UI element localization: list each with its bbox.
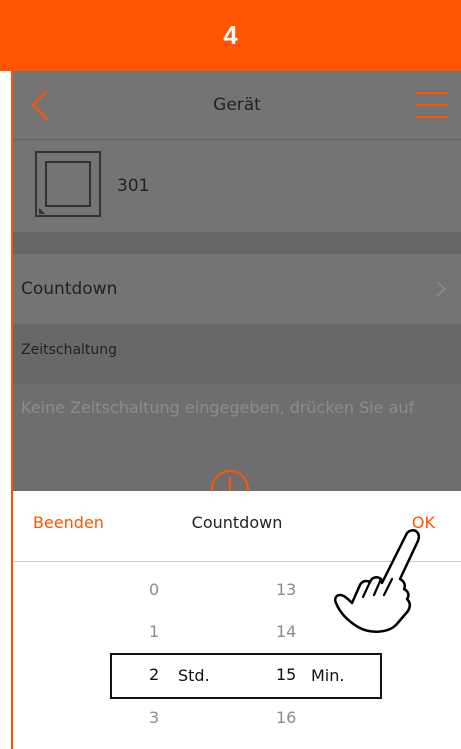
hours-option[interactable]: 3 [149,708,159,727]
step-banner: 4 [0,0,461,71]
minutes-option[interactable]: 14 [276,622,296,641]
countdown-row[interactable]: Countdown [13,254,461,324]
hours-option[interactable]: 0 [149,580,159,599]
countdown-label: Countdown [21,279,118,299]
selection-highlight [110,653,382,699]
app-header: Gerät [13,71,461,140]
app-screen-dimmed: Gerät ◣ 301 Countdown Zeitschaltung Kein… [13,71,461,491]
page-title: Gerät [213,95,261,115]
chevron-left-icon[interactable] [27,89,57,121]
device-name: 301 [117,176,150,196]
schedule-section-header: Zeitschaltung [13,324,461,384]
hamburger-menu-icon[interactable] [415,91,449,119]
hand-pointer-icon [333,529,421,633]
device-row: ◣ 301 [13,140,461,232]
schedule-section-label: Zeitschaltung [21,342,118,358]
section-divider [13,232,461,254]
schedule-empty-text: Keine Zeitschaltung eingegeben, drücken … [21,398,415,417]
minutes-option[interactable]: 13 [276,580,296,599]
switch-device-icon: ◣ [35,151,101,217]
step-number: 4 [223,20,238,50]
minutes-option[interactable]: 16 [276,708,296,727]
hours-option[interactable]: 1 [149,622,159,641]
chevron-right-icon [436,281,447,297]
